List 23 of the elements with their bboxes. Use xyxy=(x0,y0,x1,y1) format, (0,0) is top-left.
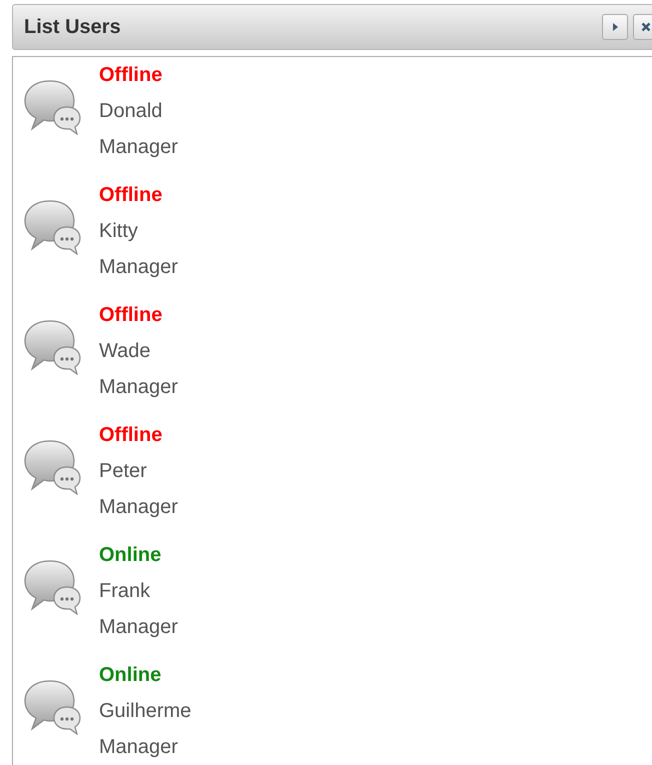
user-name: Donald xyxy=(99,99,164,124)
close-icon xyxy=(641,22,651,32)
status-label: Online xyxy=(99,543,162,568)
expand-button[interactable] xyxy=(602,14,628,40)
panel-title: List Users xyxy=(24,16,121,38)
status-label: Offline xyxy=(99,423,164,448)
user-role: Manager xyxy=(99,735,179,760)
user-name: Guilherme xyxy=(99,699,192,724)
user-name: Peter xyxy=(99,459,148,484)
user-role: Manager xyxy=(99,135,178,160)
status-label: Online xyxy=(99,663,162,688)
user-role: Manager xyxy=(99,255,178,280)
user-role: Manager xyxy=(99,615,178,640)
status-label: Offline xyxy=(99,63,164,88)
status-label: Offline xyxy=(99,303,164,328)
status-label: Offline xyxy=(99,183,164,208)
user-name: Kitty xyxy=(99,219,139,244)
user-role: Manager xyxy=(99,495,178,520)
user-name: Wade xyxy=(99,339,152,364)
play-icon xyxy=(611,22,619,32)
user-role: Manager xyxy=(99,375,178,400)
close-button[interactable] xyxy=(633,14,652,40)
user-name: Frank xyxy=(99,579,152,604)
